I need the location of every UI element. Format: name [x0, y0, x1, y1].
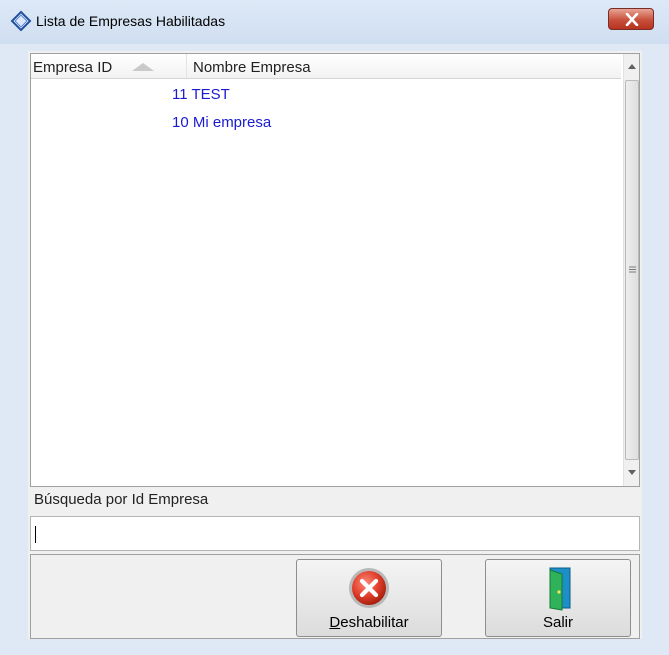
column-separator[interactable]	[186, 54, 187, 78]
dialog-window: Lista de Empresas Habilitadas Empresa ID…	[0, 0, 669, 655]
button-panel: Deshabilitar Salir	[30, 554, 640, 639]
list-item-text: 11 TEST	[172, 86, 230, 103]
scrollbar-grip-icon	[629, 266, 636, 273]
list-item-text: 10 Mi empresa	[172, 114, 272, 131]
sort-ascending-icon	[132, 63, 154, 71]
deshabilitar-button-label: Deshabilitar	[329, 614, 409, 631]
scroll-up-arrow-icon[interactable]	[628, 64, 636, 69]
title-bar[interactable]: Lista de Empresas Habilitadas	[0, 0, 669, 44]
window-title: Lista de Empresas Habilitadas	[36, 13, 226, 29]
column-header-empresa-id[interactable]: Empresa ID	[33, 59, 112, 76]
list-item[interactable]: 11 TEST	[31, 84, 621, 112]
company-list[interactable]: Empresa ID Nombre Empresa 11 TEST 10 Mi …	[30, 53, 640, 487]
scrollbar-thumb[interactable]	[625, 80, 639, 460]
scroll-down-arrow-icon[interactable]	[628, 470, 636, 475]
column-header-nombre-empresa[interactable]: Nombre Empresa	[193, 59, 311, 76]
list-header: Empresa ID Nombre Empresa	[31, 54, 621, 79]
vertical-scrollbar[interactable]	[623, 54, 639, 486]
salir-button[interactable]: Salir	[485, 559, 631, 637]
app-diamond-icon	[10, 10, 32, 32]
deshabilitar-button[interactable]: Deshabilitar	[296, 559, 442, 637]
list-item[interactable]: 10 Mi empresa	[31, 112, 621, 140]
text-caret	[35, 526, 36, 543]
salir-button-label: Salir	[542, 614, 573, 631]
close-button[interactable]	[608, 8, 654, 30]
search-label: Búsqueda por Id Empresa	[34, 491, 209, 508]
exit-door-icon	[549, 567, 571, 611]
search-input[interactable]	[30, 516, 640, 551]
list-rows: 11 TEST 10 Mi empresa	[31, 84, 621, 140]
cancel-x-icon	[349, 568, 389, 608]
close-icon	[625, 13, 639, 26]
